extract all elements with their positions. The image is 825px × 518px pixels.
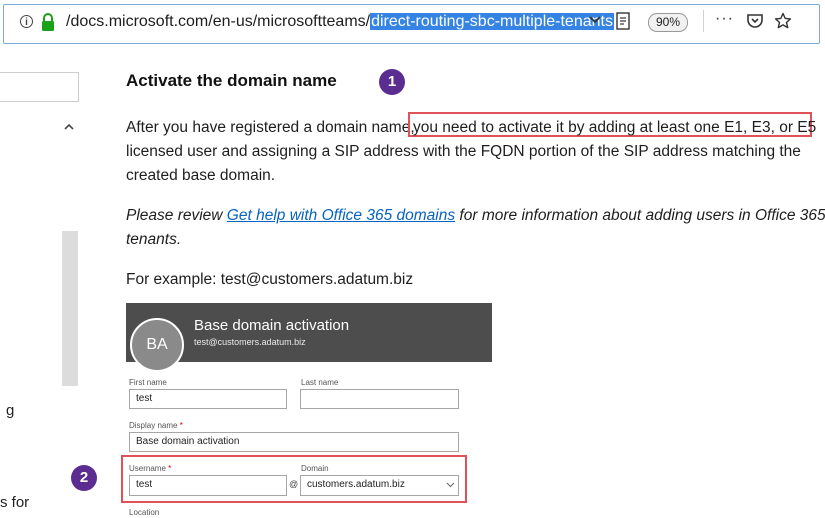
last-name-field xyxy=(300,389,459,409)
example-text: For example: test@customers.adatum.biz xyxy=(126,271,414,288)
section-heading: Activate the domain name xyxy=(126,71,337,90)
note-paragraph: Please review Get help with Office 365 d… xyxy=(126,203,825,228)
note-text: for more information about adding users … xyxy=(455,207,825,224)
paragraph-text: licensed user and assigning a SIP addres… xyxy=(126,143,801,160)
info-icon[interactable]: i xyxy=(20,15,33,28)
at-sign: @ xyxy=(289,479,299,489)
url-base: /docs.microsoft.com/en-us/microsoftteams… xyxy=(66,13,371,30)
highlighted-text: you need to activate it by adding at lea… xyxy=(413,119,817,136)
scroll-up-icon[interactable] xyxy=(63,122,75,132)
display-name-label-text: Display name xyxy=(129,421,178,430)
url-selected-text: direct-routing-sbc-multiple-tenants xyxy=(370,13,614,30)
lock-icon[interactable] xyxy=(40,12,56,32)
paragraph-text: After you have registered a domain name, xyxy=(126,119,415,136)
sidebar-text-fragment[interactable]: s for xyxy=(0,494,29,511)
last-name-label: Last name xyxy=(301,378,339,387)
chevron-down-icon xyxy=(446,482,455,488)
first-name-label: First name xyxy=(129,378,167,387)
domain-select: customers.adatum.biz xyxy=(300,475,459,496)
required-mark: * xyxy=(179,421,183,430)
avatar: BA xyxy=(130,318,184,372)
location-label: Location xyxy=(129,508,160,517)
sidebar-scrollbar-thumb[interactable] xyxy=(62,231,78,386)
chevron-down-icon[interactable] xyxy=(588,15,602,25)
callout-badge-2: 2 xyxy=(71,465,97,491)
username-label-text: Username xyxy=(129,464,166,473)
note-text: tenants. xyxy=(126,231,182,248)
callout-badge-1: 1 xyxy=(379,69,405,95)
screenshot-subtitle: test@customers.adatum.biz xyxy=(194,337,306,347)
display-name-label: Display name * xyxy=(129,421,183,430)
bookmark-star-icon[interactable] xyxy=(774,12,792,30)
pocket-icon[interactable] xyxy=(746,13,764,29)
first-name-field: test xyxy=(129,389,287,409)
required-mark: * xyxy=(168,464,172,473)
username-field: test xyxy=(129,475,287,496)
username-label: Username * xyxy=(129,464,171,473)
office-365-domains-link[interactable]: Get help with Office 365 domains xyxy=(227,207,455,224)
zoom-level-button[interactable]: 90% xyxy=(648,13,688,32)
note-text: Please review xyxy=(126,207,227,224)
url-text[interactable]: /docs.microsoft.com/en-us/microsoftteams… xyxy=(66,12,614,32)
sidebar-filter-input[interactable] xyxy=(0,72,79,102)
display-name-field: Base domain activation xyxy=(129,432,459,452)
more-actions-button[interactable]: ··· xyxy=(715,10,734,28)
paragraph-text: created base domain. xyxy=(126,167,276,184)
screenshot-title: Base domain activation xyxy=(194,317,350,334)
reader-view-icon[interactable] xyxy=(616,12,630,30)
sidebar-text-fragment[interactable]: g xyxy=(6,402,14,419)
toolbar-divider xyxy=(703,10,704,32)
domain-label: Domain xyxy=(301,464,329,473)
